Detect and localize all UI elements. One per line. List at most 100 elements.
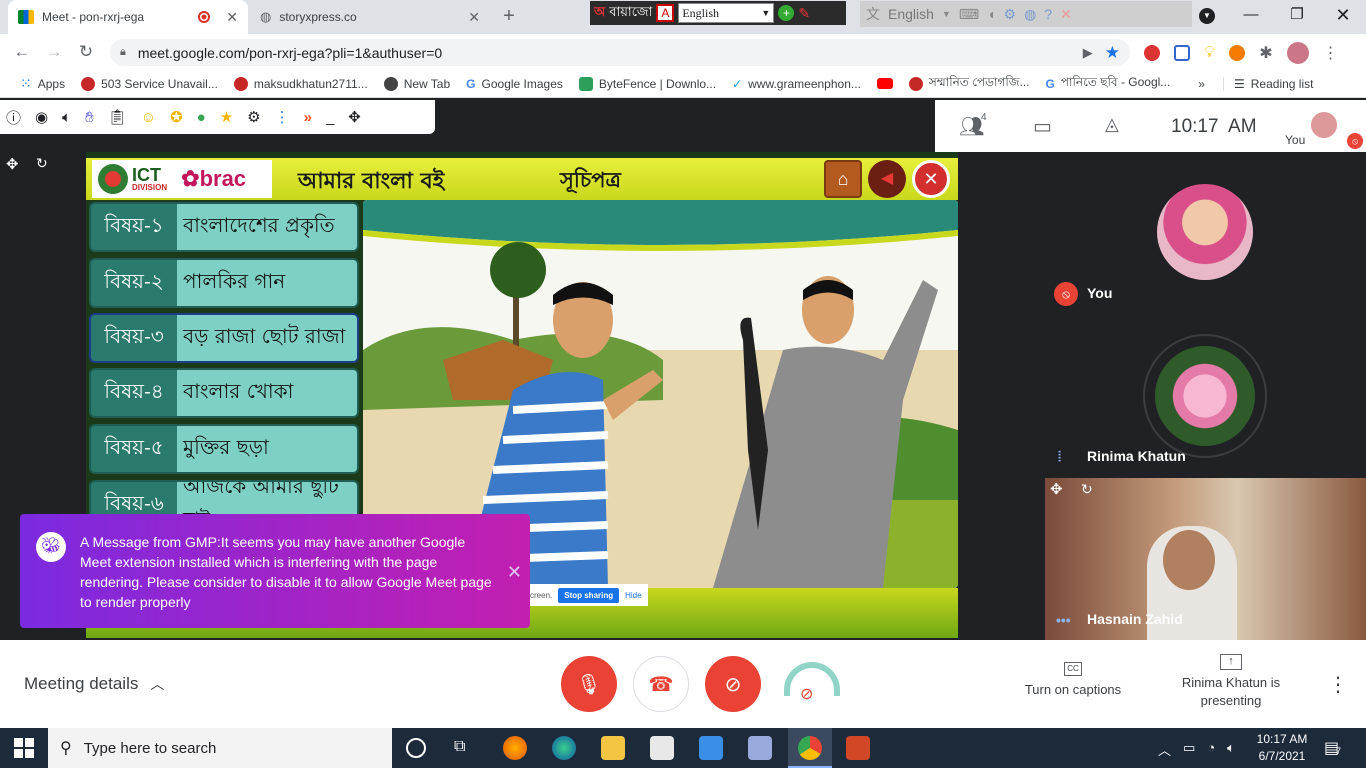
emoji-icon[interactable]: ☺ xyxy=(141,109,156,126)
refresh-icon[interactable]: ↻ xyxy=(36,155,48,172)
mic-toggle-button[interactable]: 🎙︎ xyxy=(561,656,617,712)
move-icon[interactable]: ✥ xyxy=(1050,480,1063,498)
info-icon[interactable]: ⓘ xyxy=(6,107,21,128)
refresh-icon[interactable]: ↻ xyxy=(1081,481,1093,498)
meeting-details-button[interactable]: Meeting details ︿ xyxy=(24,674,164,694)
task-view-icon[interactable]: ⧉ xyxy=(454,738,465,756)
extension-meet-icon[interactable] xyxy=(1174,45,1190,61)
presenting-indicator[interactable]: ↑ Rinima Khatun is presenting xyxy=(1176,654,1286,710)
network-app-icon[interactable] xyxy=(748,736,772,760)
hide-button[interactable]: Hide xyxy=(625,591,641,600)
bookmark-item[interactable] xyxy=(871,78,899,89)
bookmark-item[interactable]: G পানিতে ছবি - Googl... xyxy=(1040,74,1177,94)
reading-list[interactable]: ☰ Reading list xyxy=(1222,76,1319,91)
new-tab-button[interactable]: + xyxy=(496,5,522,29)
more-options-icon[interactable]: ⋮ xyxy=(1328,672,1348,697)
close-window-button[interactable]: ✕ xyxy=(1320,0,1366,30)
volume-icon[interactable]: 🔈︎ xyxy=(1227,740,1235,759)
bookmark-item[interactable]: maksudkhatun2711... xyxy=(228,76,374,91)
bookmark-apps[interactable]: ⁙ Apps xyxy=(14,75,71,92)
profile-avatar[interactable] xyxy=(1286,42,1309,64)
chrome-icon[interactable] xyxy=(798,736,822,760)
bookmark-item[interactable]: G Google Images xyxy=(460,77,569,91)
topic-item[interactable]: বিষয়-৪ বাংলার খোকা xyxy=(89,368,359,418)
omnibox[interactable]: 🔒︎ meet.google.com/pon-rxrj-ega?pli=1&au… xyxy=(110,39,1130,66)
tab-meet[interactable]: Meet - pon-rxrj-ega ✕ xyxy=(8,0,248,34)
bookmark-item[interactable]: ByteFence | Downlo... xyxy=(573,76,722,91)
close-icon[interactable]: ✕ xyxy=(507,562,522,582)
help-icon[interactable]: ? xyxy=(1044,6,1052,22)
globe-icon[interactable]: ◍ xyxy=(1024,6,1036,23)
camera-icon[interactable]: ▶ xyxy=(1083,45,1093,61)
activities-icon[interactable]: ◬ xyxy=(1105,114,1119,135)
stop-sharing-button[interactable]: Stop sharing xyxy=(558,587,620,603)
chat-bubble-icon[interactable]: ● xyxy=(197,109,206,126)
back-icon[interactable]: ← xyxy=(12,42,32,62)
leave-call-button[interactable]: ☎︎ xyxy=(633,656,689,712)
language-select[interactable]: English ▼ xyxy=(678,3,775,23)
topic-item[interactable]: বিষয়-৩ বড় রাজা ছোট রাজা xyxy=(89,313,359,363)
mail-icon[interactable] xyxy=(699,736,723,760)
bookmark-item[interactable]: New Tab xyxy=(378,76,456,91)
more-vert-icon[interactable]: ⋮ xyxy=(275,108,290,126)
taskbar-clock[interactable]: 10:17 AM 6/7/2021 xyxy=(1252,731,1312,765)
bookmark-item[interactable]: ✓ www.grameenphon... xyxy=(726,77,867,91)
translator-language[interactable]: English xyxy=(888,6,934,22)
translate-icon[interactable]: 文 xyxy=(866,4,880,24)
settings-icon[interactable]: ⚙ xyxy=(1004,6,1017,23)
extension-apple-icon[interactable] xyxy=(1144,45,1160,61)
minimize-icon[interactable]: _ xyxy=(326,109,334,126)
gear-icon[interactable]: ⚙ xyxy=(247,108,260,126)
cortana-icon[interactable] xyxy=(406,738,426,758)
speaker-button[interactable]: ◀ xyxy=(868,160,906,198)
badge-icon[interactable]: ✪ xyxy=(170,108,183,126)
close-lesson-button[interactable]: ✕ xyxy=(912,160,950,198)
reload-icon[interactable]: ↻ xyxy=(76,42,96,62)
bookmark-item[interactable]: 503 Service Unavail... xyxy=(75,76,224,91)
tab-storyxpress[interactable]: ◍ storyxpress.co ✕ xyxy=(250,0,490,34)
camera-toggle-button[interactable]: ⊘ xyxy=(705,656,761,712)
edge-icon[interactable] xyxy=(552,736,576,760)
hand-icon[interactable]: ✋︎ xyxy=(85,109,94,126)
extension-plus-icon[interactable] xyxy=(1229,45,1246,61)
topic-item[interactable]: বিষয়-৫ মুক্তির ছড়া xyxy=(89,424,359,474)
extension-bulb-icon[interactable]: 💡︎ xyxy=(1204,44,1215,62)
chat-icon[interactable]: ▭ xyxy=(1033,114,1052,139)
move-icon[interactable]: ✥ xyxy=(348,108,361,126)
battery-icon[interactable]: ▭ xyxy=(1183,740,1195,759)
close-icon[interactable]: ✕ xyxy=(1060,6,1072,23)
eye-icon[interactable]: ◉ xyxy=(35,108,48,126)
bookmark-item[interactable]: সম্মানিত পেডাগজি... xyxy=(903,74,1036,94)
brush-icon[interactable]: ✎ xyxy=(798,5,810,22)
clipboard-icon[interactable]: 📋︎ xyxy=(108,108,127,126)
close-tab-icon[interactable]: ✕ xyxy=(468,9,480,26)
chrome-menu-icon[interactable]: ⋮ xyxy=(1323,43,1339,63)
maximize-button[interactable]: ❐ xyxy=(1274,0,1320,30)
close-tab-icon[interactable]: ✕ xyxy=(226,9,238,26)
minimize-button[interactable]: — xyxy=(1228,0,1274,30)
taskbar-search[interactable]: ⚲ Type here to search xyxy=(48,728,392,768)
mouse-icon[interactable]: ◖ xyxy=(987,6,995,22)
move-icon[interactable]: ✥ xyxy=(6,155,19,173)
topic-item[interactable]: বিষয়-১ বাংলাদেশের প্রকৃতি xyxy=(89,202,359,252)
speaker-icon[interactable]: 🔈︎ xyxy=(62,109,71,126)
windows-start-icon[interactable] xyxy=(14,738,34,758)
fast-forward-icon[interactable]: » xyxy=(304,109,312,126)
forward-icon[interactable]: → xyxy=(44,42,64,62)
chevron-up-icon[interactable]: ︿ xyxy=(1158,740,1171,759)
bookmark-star-icon[interactable]: ★ xyxy=(1105,43,1130,63)
captions-button[interactable]: CC Turn on captions xyxy=(1020,662,1126,697)
powerpoint-icon[interactable] xyxy=(846,736,870,760)
add-icon[interactable]: + xyxy=(778,5,795,21)
star-icon[interactable]: ★ xyxy=(220,108,233,126)
home-button[interactable]: ⌂ xyxy=(824,160,862,198)
store-icon[interactable] xyxy=(650,736,674,760)
chevron-down-icon[interactable]: ▼ xyxy=(942,9,951,19)
wifi-icon[interactable]: ◔ xyxy=(1207,740,1215,759)
file-explorer-icon[interactable] xyxy=(601,736,625,760)
topic-item[interactable]: বিষয়-২ পালকির গান xyxy=(89,258,359,308)
firefox-icon[interactable] xyxy=(503,736,527,760)
keyboard-icon[interactable]: ⌨ xyxy=(959,6,979,23)
extensions-puzzle-icon[interactable]: ✱ xyxy=(1259,43,1272,63)
tab-search-icon[interactable]: ▼ xyxy=(1199,8,1215,24)
